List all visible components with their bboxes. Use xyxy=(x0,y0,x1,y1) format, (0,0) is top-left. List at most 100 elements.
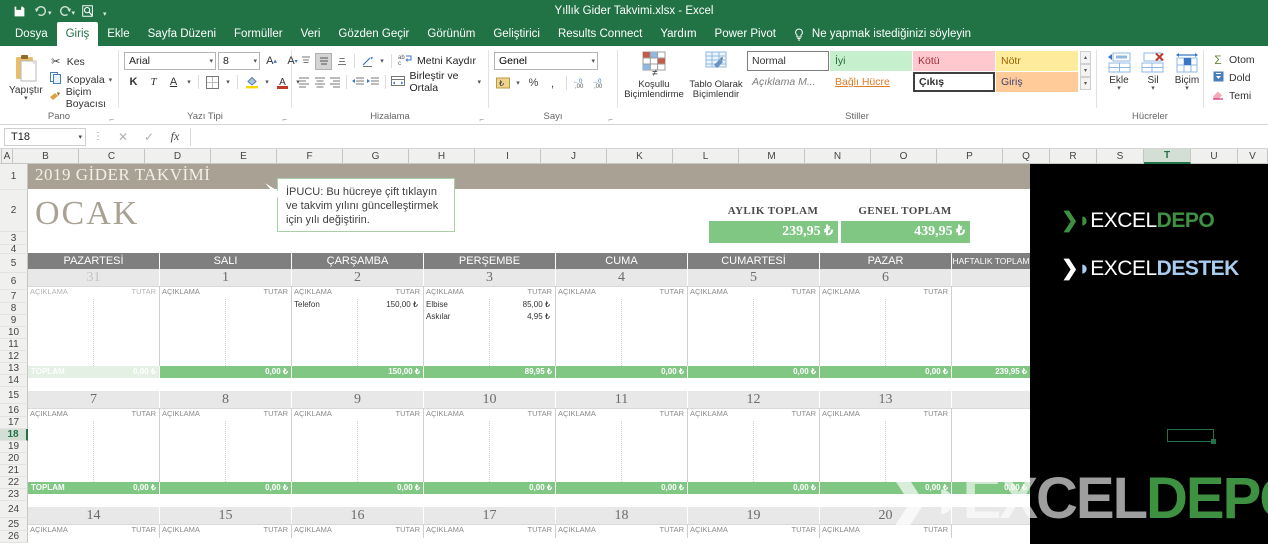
style-giris[interactable]: Giriş xyxy=(996,72,1078,92)
entry-desc[interactable]: Elbise xyxy=(426,300,488,311)
column-header-L[interactable]: L xyxy=(673,149,739,164)
align-bottom-icon[interactable] xyxy=(333,53,350,70)
row-header-23[interactable]: 23 xyxy=(0,489,28,501)
day-number-31[interactable]: 31 xyxy=(28,269,160,286)
column-header-I[interactable]: I xyxy=(475,149,541,164)
entry-amount[interactable]: 150,00 ₺ xyxy=(358,300,420,311)
percent-style-button[interactable]: % xyxy=(525,75,542,92)
row-header-2[interactable]: 2 xyxy=(0,190,28,232)
italic-button[interactable]: T xyxy=(144,73,163,91)
bold-button[interactable]: K xyxy=(124,73,143,91)
accounting-format-icon[interactable]: ₺ xyxy=(494,75,511,92)
tab-veri[interactable]: Veri xyxy=(292,22,330,46)
formula-bar-grip[interactable]: ⋮ xyxy=(86,131,110,142)
format-cells-button[interactable]: Biçim ▾ xyxy=(1170,50,1204,94)
week2-total-cell[interactable]: 0,00 ₺ xyxy=(292,482,424,494)
week2-total-cell[interactable]: 0,00 ₺ xyxy=(556,482,688,494)
row-header-13[interactable]: 13 xyxy=(0,363,28,375)
entry-amount[interactable]: 4,95 ₺ xyxy=(490,312,552,323)
entry-amount[interactable]: 85,00 ₺ xyxy=(490,300,552,311)
day-number-14[interactable]: 14 xyxy=(28,507,160,524)
increase-decimal-icon[interactable]: ←0,00 xyxy=(572,75,589,92)
tab-giris[interactable]: Giriş xyxy=(57,22,99,46)
style-normal[interactable]: Normal xyxy=(747,51,829,71)
increase-font-size-icon[interactable]: A▴ xyxy=(262,52,281,70)
insert-dropdown-icon[interactable]: ▾ xyxy=(1117,86,1121,92)
number-format-select[interactable]: Genel ▾ xyxy=(494,52,598,70)
day-number-17[interactable]: 17 xyxy=(424,507,556,524)
clear-button[interactable]: Temi xyxy=(1209,87,1253,104)
orientation-dropdown-icon[interactable]: ▾ xyxy=(377,52,387,70)
style-aciklama-metni[interactable]: Açıklama M... xyxy=(747,72,829,92)
column-header-O[interactable]: O xyxy=(871,149,937,164)
tab-sayfa-duzeni[interactable]: Sayfa Düzeni xyxy=(139,22,225,46)
style-notr[interactable]: Nötr xyxy=(996,51,1078,71)
row-header-9[interactable]: 9 xyxy=(0,315,28,327)
row-header-20[interactable]: 20 xyxy=(0,453,28,465)
tab-ekle[interactable]: Ekle xyxy=(98,22,138,46)
style-bagli-hucre[interactable]: Bağlı Hücre xyxy=(830,72,912,92)
row-header-7[interactable]: 7 xyxy=(0,290,28,303)
month-label[interactable]: OCAK xyxy=(35,192,265,236)
row-header-17[interactable]: 17 xyxy=(0,417,28,429)
redo-dropdown-icon[interactable]: ▾ xyxy=(72,5,76,17)
clipboard-dialog-launcher[interactable]: ⌐ xyxy=(109,115,114,124)
week1-total-cell[interactable]: 0,00 ₺ xyxy=(160,366,292,378)
day-number-18[interactable]: 18 xyxy=(556,507,688,524)
font-size-select[interactable]: 8 ▾ xyxy=(218,52,260,70)
column-header-V[interactable]: V xyxy=(1238,149,1268,164)
entry-desc[interactable]: Telefon xyxy=(294,300,356,311)
insert-cells-button[interactable]: Ekle ▾ xyxy=(1102,50,1136,94)
font-dialog-launcher[interactable]: ⌐ xyxy=(282,115,287,124)
day-number-16[interactable]: 16 xyxy=(292,507,424,524)
day-number-3[interactable]: 3 xyxy=(424,269,556,286)
alignment-dialog-launcher[interactable]: ⌐ xyxy=(479,115,484,124)
font-name-select[interactable]: Arial ▾ xyxy=(124,52,216,70)
row-header-19[interactable]: 19 xyxy=(0,441,28,453)
print-preview-icon[interactable] xyxy=(77,1,99,21)
fill-color-icon[interactable] xyxy=(242,73,261,91)
day-number-13[interactable]: 13 xyxy=(820,391,952,408)
align-center-icon[interactable] xyxy=(312,74,326,91)
column-header-B[interactable]: B xyxy=(13,149,79,164)
scroll-up-icon[interactable]: ▴ xyxy=(1080,51,1091,64)
column-header-G[interactable]: G xyxy=(343,149,409,164)
active-cell-selection[interactable] xyxy=(1167,429,1214,442)
week2-weekly-total[interactable]: 0,00 ₺ xyxy=(952,482,1030,494)
day-number-11[interactable]: 11 xyxy=(556,391,688,408)
borders-dropdown-icon[interactable]: ▾ xyxy=(223,73,233,91)
row-header-10[interactable]: 10 xyxy=(0,327,28,339)
row-header-1[interactable]: 1 xyxy=(0,164,28,190)
delete-cells-button[interactable]: Sil ▾ xyxy=(1136,50,1170,94)
column-header-P[interactable]: P xyxy=(937,149,1003,164)
borders-icon[interactable] xyxy=(203,73,222,91)
week1-total-cell[interactable]: 0,00 ₺ xyxy=(556,366,688,378)
accounting-dropdown-icon[interactable]: ▾ xyxy=(513,74,523,92)
tell-me-box[interactable]: Ne yapmak istediğinizi söyleyin xyxy=(785,22,971,46)
monthly-total-value[interactable]: 239,95 ₺ xyxy=(709,221,838,243)
customize-qat-icon[interactable]: ▾ xyxy=(103,5,107,18)
week2-total-cell[interactable]: 0,00 ₺ xyxy=(820,482,952,494)
row-header-18[interactable]: 18 xyxy=(0,429,28,441)
row-header-21[interactable]: 21 xyxy=(0,465,28,477)
row-header-14[interactable]: 14 xyxy=(0,375,28,387)
day-number-15[interactable]: 15 xyxy=(160,507,292,524)
column-header-F[interactable]: F xyxy=(277,149,343,164)
scroll-more-icon[interactable]: ▾ xyxy=(1080,77,1091,90)
increase-indent-icon[interactable] xyxy=(366,74,380,91)
column-header-K[interactable]: K xyxy=(607,149,673,164)
comma-style-button[interactable]: , xyxy=(544,75,561,92)
format-dropdown-icon[interactable]: ▾ xyxy=(1185,86,1189,92)
week2-total-cell[interactable]: 0,00 ₺ xyxy=(424,482,556,494)
week1-weekly-total[interactable]: 239,95 ₺ xyxy=(952,366,1030,378)
column-header-E[interactable]: E xyxy=(211,149,277,164)
decrease-decimal-icon[interactable]: →0,00 xyxy=(591,75,608,92)
row-header-8[interactable]: 8 xyxy=(0,303,28,315)
week1-total-cell[interactable]: TOPLAM 0,00 ₺ xyxy=(28,366,160,378)
column-header-A[interactable]: A xyxy=(2,149,13,164)
merge-center-dropdown-icon[interactable]: ▾ xyxy=(478,78,482,86)
insert-function-icon[interactable]: fx xyxy=(162,129,188,144)
number-dialog-launcher[interactable]: ⌐ xyxy=(608,115,613,124)
day-number-9[interactable]: 9 xyxy=(292,391,424,408)
day-number-4[interactable]: 4 xyxy=(556,269,688,286)
